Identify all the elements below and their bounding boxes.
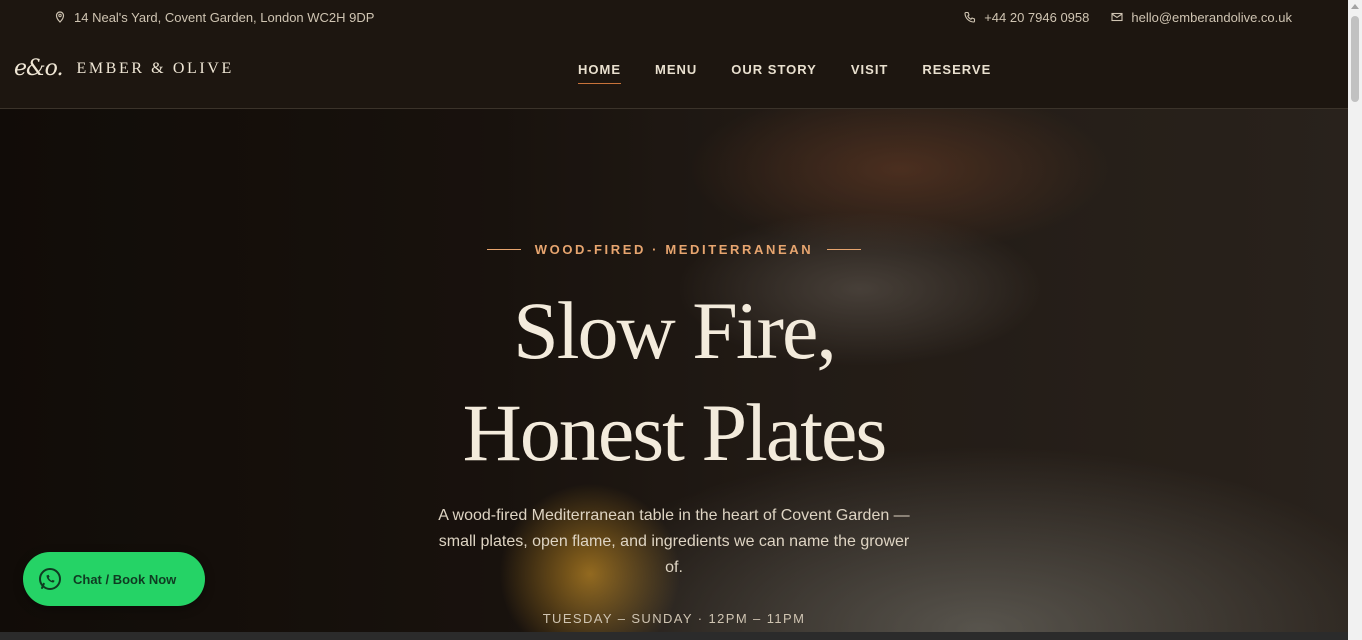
nav-item-home[interactable]: HOME <box>578 62 621 84</box>
whatsapp-chat-button[interactable]: Chat / Book Now <box>23 552 205 606</box>
phone-text: +44 20 7946 0958 <box>984 9 1090 25</box>
hero-title: Slow Fire, Honest Plates <box>0 280 1348 484</box>
hero-lead: A wood-fired Mediterranean table in the … <box>438 507 910 576</box>
email-text: hello@emberandolive.co.uk <box>1131 9 1292 25</box>
eyebrow-line-right <box>827 249 862 250</box>
whatsapp-label: Chat / Book Now <box>73 571 177 587</box>
nav-item-reserve[interactable]: RESERVE <box>922 62 991 84</box>
whatsapp-icon <box>39 568 61 590</box>
bottom-edge <box>0 632 1348 640</box>
eyebrow-line-left <box>486 249 521 250</box>
logo-mark: e&o. <box>14 56 63 81</box>
phone-link[interactable]: +44 20 7946 0958 <box>964 10 1089 25</box>
eyebrow-text: WOOD-FIRED · MEDITERRANEAN <box>534 242 814 257</box>
scroll-up-arrow-icon[interactable] <box>1351 4 1359 9</box>
hero-eyebrow: WOOD-FIRED · MEDITERRANEAN <box>0 242 1348 257</box>
nav-item-visit[interactable]: VISIT <box>851 62 889 84</box>
address-item: 14 Neal's Yard, Covent Garden, London WC… <box>54 10 374 25</box>
nav-menu: HOME MENU OUR STORY VISIT RESERVE <box>578 62 991 84</box>
scrollbar-thumb[interactable] <box>1351 16 1359 102</box>
nav-item-menu[interactable]: MENU <box>655 62 697 84</box>
phone-icon <box>964 11 976 23</box>
opening-hours: TUESDAY – SUNDAY · 12PM – 11PM <box>542 611 806 626</box>
nav-item-our-story[interactable]: OUR STORY <box>731 62 817 84</box>
brand-name: EMBER & OLIVE <box>76 59 234 77</box>
top-info-bar: 14 Neal's Yard, Covent Garden, London WC… <box>0 0 1348 34</box>
main-navbar: e&o. EMBER & OLIVE HOME MENU OUR STORY V… <box>0 34 1348 109</box>
hero-title-line1: Slow Fire, <box>513 285 837 376</box>
mail-icon <box>1111 12 1123 22</box>
address-text: 14 Neal's Yard, Covent Garden, London WC… <box>74 9 375 25</box>
map-pin-icon <box>55 11 65 23</box>
email-link[interactable]: hello@emberandolive.co.uk <box>1111 10 1292 25</box>
hero-title-line2: Honest Plates <box>462 387 888 478</box>
brand-logo[interactable]: e&o. EMBER & OLIVE <box>14 56 234 81</box>
page-scrollbar[interactable] <box>1348 0 1362 640</box>
